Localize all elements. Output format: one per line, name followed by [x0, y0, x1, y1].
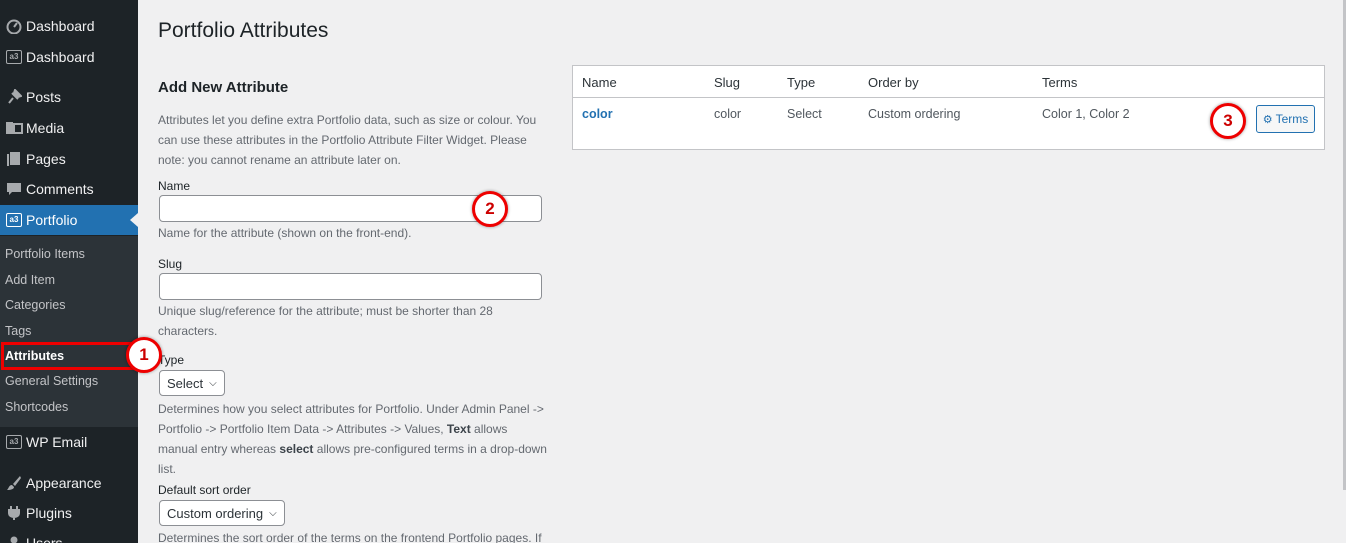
attribute-order-by: Custom ordering — [868, 107, 961, 121]
callout-1: 1 — [126, 337, 162, 373]
terms-button[interactable]: ⚙ Terms — [1256, 105, 1315, 133]
column-slug[interactable]: Slug — [714, 75, 740, 90]
sidebar-item-appearance[interactable]: Appearance — [0, 468, 138, 498]
brush-icon — [0, 475, 26, 491]
sidebar-item-users[interactable]: Users — [0, 528, 138, 543]
sort-order-select[interactable]: Custom ordering ⌵ — [159, 500, 285, 526]
comment-icon — [0, 181, 26, 197]
dashboard-icon — [0, 18, 26, 34]
submenu-add-item[interactable]: Add Item — [5, 270, 55, 290]
a3-icon: a3 — [0, 435, 26, 449]
column-terms[interactable]: Terms — [1042, 75, 1077, 90]
attribute-name-link[interactable]: color — [582, 107, 613, 121]
sidebar-item-pages[interactable]: Pages — [0, 144, 138, 174]
attribute-slug: color — [714, 107, 742, 121]
add-attribute-heading: Add New Attribute — [158, 79, 289, 96]
sidebar-item-comments[interactable]: Comments — [0, 174, 138, 204]
submenu-categories[interactable]: Categories — [5, 295, 65, 315]
pages-icon — [0, 151, 26, 167]
column-order-by[interactable]: Order by — [868, 75, 919, 90]
submenu-general-settings[interactable]: General Settings — [5, 371, 98, 391]
sidebar-item-wp-email[interactable]: a3 WP Email — [0, 427, 138, 457]
attribute-type: Select — [787, 107, 822, 121]
gear-icon: ⚙ — [1262, 113, 1273, 126]
page-title: Portfolio Attributes — [158, 19, 329, 42]
a3-icon: a3 — [0, 213, 26, 227]
attributes-highlight-box — [1, 342, 137, 370]
sidebar-item-a3-dashboard[interactable]: a3 Dashboard — [0, 42, 138, 72]
sort-order-label: Default sort order — [158, 483, 251, 497]
column-type[interactable]: Type — [787, 75, 815, 90]
callout-3: 3 — [1210, 103, 1246, 139]
sidebar-item-portfolio[interactable]: a3 Portfolio — [0, 205, 138, 235]
submenu-shortcodes[interactable]: Shortcodes — [5, 397, 68, 417]
attributes-table: Name Slug Type Order by Terms color colo… — [572, 65, 1325, 150]
intro-description: Attributes let you define extra Portfoli… — [158, 113, 537, 167]
type-select[interactable]: Select ⌵ — [159, 370, 225, 396]
sidebar-item-dashboard[interactable]: Dashboard — [0, 11, 138, 41]
portfolio-submenu: Portfolio Items Add Item Categories Tags… — [0, 236, 138, 427]
sidebar-item-posts[interactable]: Posts — [0, 82, 138, 112]
chevron-down-icon: ⌵ — [269, 507, 277, 519]
submenu-portfolio-items[interactable]: Portfolio Items — [5, 244, 85, 264]
pin-icon — [0, 89, 26, 105]
plug-icon — [0, 505, 26, 521]
media-icon — [0, 120, 26, 136]
attribute-terms: Color 1, Color 2 — [1042, 107, 1130, 121]
type-description: Determines how you select attributes for… — [158, 402, 547, 476]
admin-sidebar: Dashboard a3 Dashboard Posts Media Pages… — [0, 0, 138, 543]
table-header: Name Slug Type Order by Terms — [573, 66, 1324, 98]
slug-label: Slug — [158, 257, 183, 271]
name-label: Name — [158, 179, 191, 193]
column-name[interactable]: Name — [582, 75, 617, 90]
submenu-tags[interactable]: Tags — [5, 321, 31, 341]
a3-icon: a3 — [0, 50, 26, 64]
slug-description: Unique slug/reference for the attribute;… — [158, 304, 493, 338]
chevron-down-icon: ⌵ — [209, 377, 217, 389]
sidebar-item-plugins[interactable]: Plugins — [0, 498, 138, 528]
users-icon — [0, 535, 26, 543]
sort-order-description: Determines the sort order of the terms o… — [158, 531, 542, 543]
slug-input[interactable] — [159, 273, 542, 300]
callout-2: 2 — [472, 191, 508, 227]
sidebar-item-media[interactable]: Media — [0, 113, 138, 143]
